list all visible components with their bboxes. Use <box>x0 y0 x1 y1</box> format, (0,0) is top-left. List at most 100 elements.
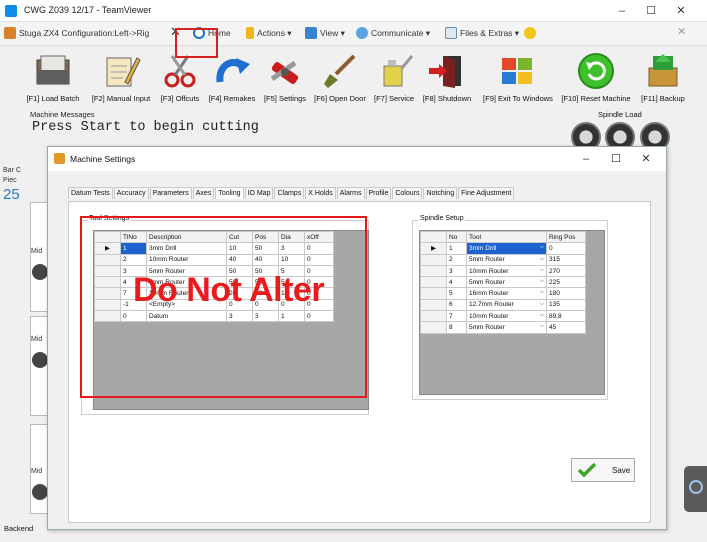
tool-dropdown[interactable]: 10mm Router ⌵ <box>466 310 547 323</box>
cell-no[interactable]: 5 <box>446 287 467 300</box>
files-extras-menu[interactable]: Files & Extras ▾ <box>445 27 519 39</box>
cell-no[interactable]: 6 <box>446 298 467 312</box>
table-row[interactable]: 3 10mm Router ⌵ 270 <box>420 264 586 278</box>
cell-no[interactable]: 8 <box>446 321 467 334</box>
tool-dropdown[interactable]: 10mm Router ⌵ <box>466 264 547 278</box>
tab-fine-adjustment[interactable]: Fine Adjustment <box>458 187 515 199</box>
table-row[interactable]: 4 5mm Router ⌵ 225 <box>420 276 586 289</box>
row-header[interactable] <box>420 253 447 266</box>
table-row[interactable]: ▶ 1 3mm Drill ⌵ 0 <box>420 242 586 255</box>
table-row[interactable]: 8 5mm Router ⌵ 45 <box>420 321 586 334</box>
redo-arrow-icon <box>212 52 252 90</box>
session-tab[interactable]: Stuga ZX4 Configuration:Left->Rig <box>4 27 149 39</box>
cell-ring-pos[interactable]: 180 <box>546 287 586 300</box>
close-button[interactable]: ✕ <box>671 3 691 19</box>
tool-dropdown[interactable]: 5mm Router ⌵ <box>466 321 547 334</box>
view-menu[interactable]: View ▾ <box>305 27 345 39</box>
reset-icon <box>576 52 616 90</box>
minimize-button[interactable]: – <box>612 3 632 19</box>
tab-clamps[interactable]: Clamps <box>274 187 305 199</box>
tab-axes[interactable]: Axes <box>192 187 215 199</box>
actions-menu[interactable]: Actions ▾ <box>246 27 292 39</box>
tool-dropdown[interactable]: 16mm Router ⌵ <box>466 287 547 300</box>
dialog-close-button[interactable]: ✕ <box>636 151 656 167</box>
maximize-button[interactable]: ☐ <box>641 3 661 19</box>
row-header[interactable] <box>420 310 447 323</box>
table-row[interactable]: 7 10mm Router ⌵ 89.8 <box>420 310 586 323</box>
feedback-emoji-icon[interactable] <box>524 27 539 39</box>
tab-x-holds[interactable]: X Holds <box>305 187 336 199</box>
col-header-tool[interactable]: Tool <box>466 230 547 244</box>
spindle-setup-header: No Tool Ring Pos <box>420 230 586 244</box>
col-header-no[interactable]: No <box>446 230 467 244</box>
teamviewer-toolbar: Stuga ZX4 Configuration:Left->Rig ✕ Home… <box>0 22 707 46</box>
dialog-title: Machine Settings <box>70 154 136 164</box>
f3-label: [F3] Offcuts <box>160 94 200 103</box>
table-row[interactable]: 2 5mm Router ⌵ 315 <box>420 253 586 266</box>
f2-manual-input-button[interactable]: [F2] Manual Input <box>86 52 156 110</box>
f9-exit-to-windows-button[interactable]: [F9] Exit To Windows <box>478 52 558 110</box>
communicate-menu[interactable]: Communicate ▾ <box>356 27 430 39</box>
cell-ring-pos[interactable]: 0 <box>546 242 586 255</box>
row-header[interactable] <box>420 287 447 300</box>
cell-no[interactable]: 2 <box>446 253 467 266</box>
dropdown-arrow-icon: ⌵ <box>539 244 544 251</box>
row-header[interactable] <box>420 276 447 289</box>
tab-notching[interactable]: Notching <box>423 187 458 199</box>
dialog-maximize-button[interactable]: ☐ <box>606 151 626 167</box>
f3-offcuts-button[interactable]: [F3] Offcuts <box>155 52 205 110</box>
window-title: CWG Z039 12/17 - TeamViewer <box>24 5 152 15</box>
piece-count: 25 <box>3 186 20 203</box>
tab-accuracy[interactable]: Accuracy <box>113 187 149 199</box>
cell-no[interactable]: 7 <box>446 310 467 323</box>
f4-remakes-button[interactable]: [F4] Remakes <box>204 52 260 110</box>
bar-label: Bar C <box>3 167 21 174</box>
table-row[interactable]: 6 12.7mm Router ⌵ 135 <box>420 298 586 312</box>
f6-open-door-button[interactable]: [F6] Open Door <box>310 52 370 110</box>
f5-settings-button[interactable]: [F5] Settings <box>260 52 310 110</box>
tab-io-map[interactable]: IO Map <box>244 187 274 199</box>
f10-reset-machine-button[interactable]: [F10] Reset Machine <box>560 52 632 110</box>
f7-service-button[interactable]: [F7] Service <box>370 52 418 110</box>
row-header[interactable] <box>420 264 447 278</box>
table-row[interactable]: 5 16mm Router ⌵ 180 <box>420 287 586 300</box>
tool-dropdown[interactable]: 3mm Drill ⌵ <box>466 242 547 255</box>
backup-box-icon <box>643 52 683 90</box>
tool-value: 10mm Router <box>469 312 509 320</box>
spindle-setup-label: Spindle Setup <box>419 215 465 222</box>
current-row-arrow-icon: ▶ <box>420 242 447 255</box>
spindle-setup-grid[interactable]: No Tool Ring Pos ▶ 1 3mm Drill ⌵ 0 2 5mm… <box>419 230 605 395</box>
cell-no[interactable]: 4 <box>446 276 467 289</box>
cell-ring-pos[interactable]: 89.8 <box>546 310 586 323</box>
cell-no[interactable]: 3 <box>446 264 467 278</box>
cell-ring-pos[interactable]: 135 <box>546 298 586 312</box>
brush-icon <box>320 52 360 90</box>
toolbar-close-icon[interactable]: ✕ <box>677 25 686 38</box>
cell-ring-pos[interactable]: 225 <box>546 276 586 289</box>
tab-datum-tests[interactable]: Datum Tests <box>68 187 113 199</box>
cell-ring-pos[interactable]: 270 <box>546 264 586 278</box>
tool-dropdown[interactable]: 5mm Router ⌵ <box>466 253 547 266</box>
checkmark-icon <box>578 463 596 477</box>
cell-ring-pos[interactable]: 45 <box>546 321 586 334</box>
settings-app-icon <box>54 153 65 164</box>
col-header-ring-pos[interactable]: Ring Pos <box>546 230 586 244</box>
dialog-minimize-button[interactable]: – <box>576 151 596 167</box>
f1-load-batch-button[interactable]: [F1] Load Batch <box>22 52 84 110</box>
save-button[interactable]: Save <box>571 458 635 482</box>
tool-dropdown[interactable]: 12.7mm Router ⌵ <box>466 298 547 312</box>
tool-dropdown[interactable]: 5mm Router ⌵ <box>466 276 547 289</box>
tab-parameters[interactable]: Parameters <box>149 187 192 199</box>
tab-profile[interactable]: Profile <box>365 187 392 199</box>
row-header[interactable] <box>420 298 447 312</box>
tab-tooling[interactable]: Tooling <box>215 187 244 199</box>
folder-icon <box>33 52 73 90</box>
cell-ring-pos[interactable]: 315 <box>546 253 586 266</box>
teamviewer-side-panel-tab[interactable] <box>684 466 707 512</box>
cell-no[interactable]: 1 <box>446 242 467 255</box>
row-header[interactable] <box>420 321 447 334</box>
tab-colours[interactable]: Colours <box>392 187 423 199</box>
f11-backup-button[interactable]: [F11] Backup <box>636 52 690 110</box>
tab-alarms[interactable]: Alarms <box>336 187 365 199</box>
f8-shutdown-button[interactable]: [F8] Shutdown <box>418 52 476 110</box>
